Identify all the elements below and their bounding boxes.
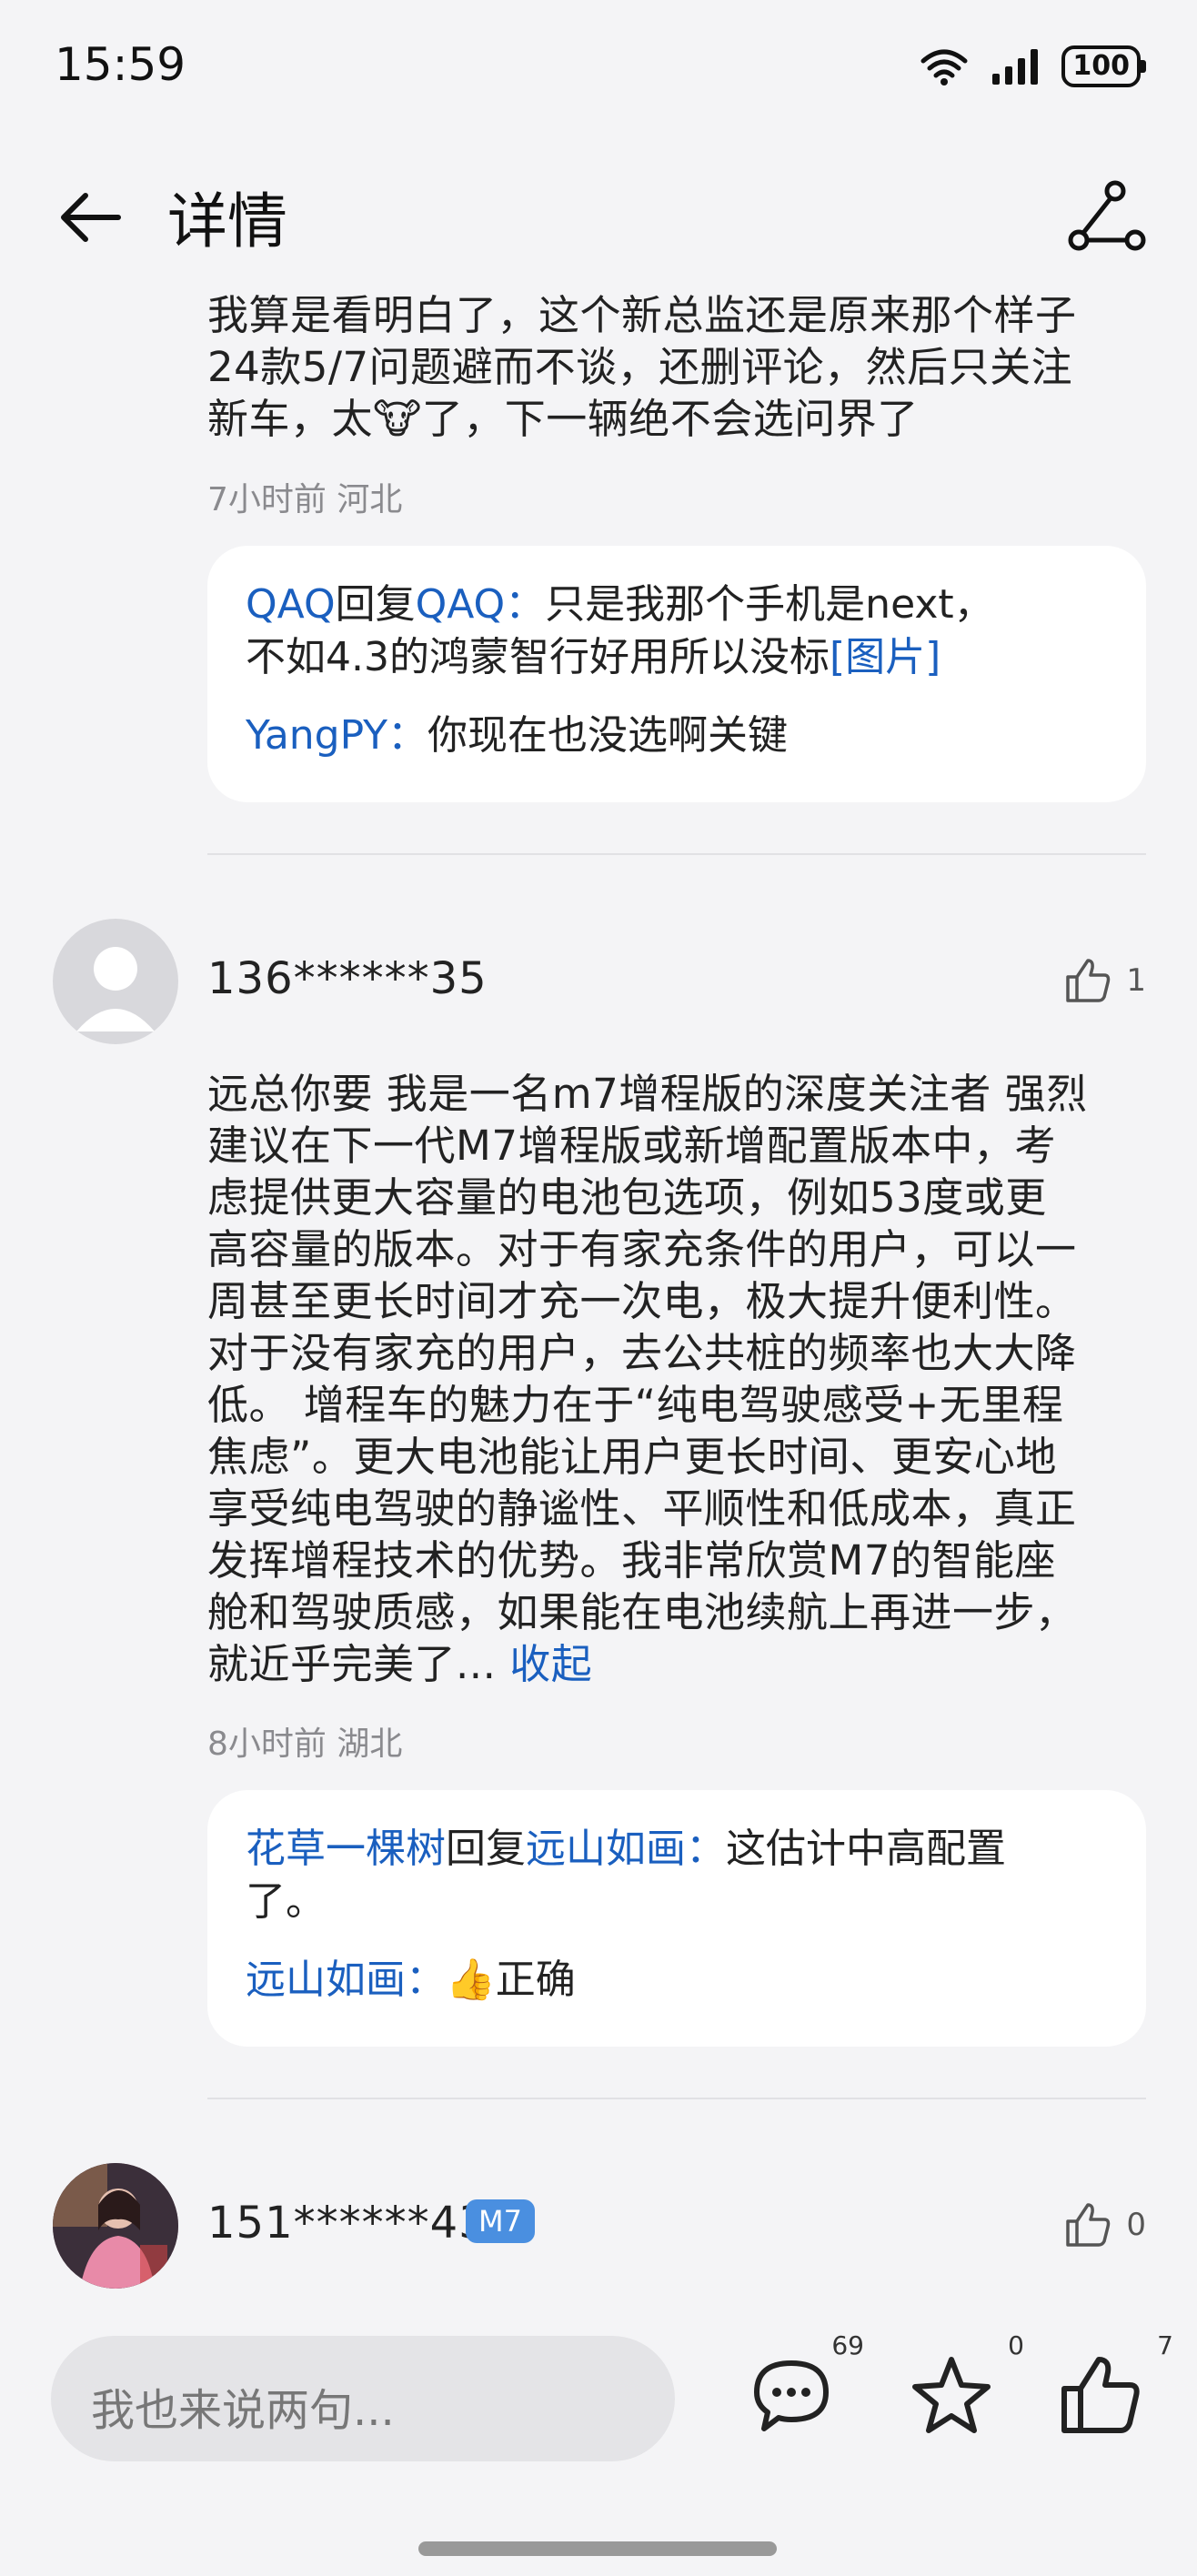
reply-box[interactable]: 花草一棵树回复远山如画：这估计中高配置 了。 远山如画：👍正确 (207, 1790, 1146, 2047)
reply-item: 远山如画：👍正确 (246, 1957, 576, 2003)
thumbs-up-icon (1061, 2357, 1140, 2433)
wifi-icon (920, 49, 968, 86)
favorite-button[interactable]: 0 (906, 2330, 1024, 2456)
signal-icon (992, 49, 1039, 85)
reply-author[interactable]: YangPY (246, 712, 387, 759)
avatar[interactable] (53, 919, 178, 1044)
reply-author[interactable]: QAQ (246, 581, 336, 628)
reply-box[interactable]: QAQ回复QAQ：只是我那个手机是next， 不如4.3的鸿蒙智行好用所以没标[… (207, 546, 1146, 802)
like-post-button[interactable]: 7 (1055, 2330, 1173, 2456)
thumbs-up-icon (1066, 2203, 1111, 2247)
comment-body: 我算是看明白了，这个新总监还是原来那个样子 24款5/7问题避而不谈，还删评论，… (207, 291, 1077, 443)
divider (207, 2098, 1146, 2099)
like-count: 0 (1126, 2207, 1146, 2243)
page-title: 详情 (167, 186, 287, 257)
reply-target[interactable]: QAQ (416, 581, 506, 628)
reply-item: 花草一棵树回复远山如画：这估计中高配置 了。 (246, 1826, 1006, 1925)
reply-item: YangPY：你现在也没选啊关键 (246, 712, 789, 759)
star-icon (912, 2357, 991, 2433)
username[interactable]: 151******43 (207, 2198, 488, 2249)
comment-meta: 7小时前 河北 (207, 481, 403, 518)
thumbs-up-icon (1066, 959, 1111, 1002)
comment-icon (754, 2360, 829, 2431)
collapse-link[interactable]: 收起 (509, 1640, 592, 1688)
comment-meta: 8小时前 湖北 (207, 1726, 403, 1763)
reply-item: QAQ回复QAQ：只是我那个手机是next， 不如4.3的鸿蒙智行好用所以没标[… (246, 581, 994, 680)
home-indicator[interactable] (418, 2541, 777, 2556)
share-icon[interactable] (1068, 178, 1146, 257)
like-button[interactable]: 1 (1062, 955, 1146, 1006)
comment-count: 69 (831, 2330, 864, 2360)
like-button[interactable]: 0 (1062, 2199, 1146, 2250)
reply-target[interactable]: 远山如画 (526, 1826, 686, 1872)
avatar[interactable] (53, 2163, 178, 2289)
username[interactable]: 136******35 (207, 953, 488, 1004)
status-icons: 100 (918, 45, 1146, 87)
reply-author[interactable]: 花草一棵树 (246, 1826, 446, 1872)
vehicle-badge: M7 (466, 2199, 535, 2243)
battery-indicator: 100 (1061, 45, 1146, 87)
comment-input[interactable]: 我也来说两句... (51, 2336, 675, 2461)
like-count: 1 (1126, 962, 1146, 999)
back-arrow-icon[interactable] (51, 178, 129, 257)
comment-button[interactable]: 69 (746, 2330, 864, 2456)
like-count: 7 (1157, 2330, 1173, 2360)
image-link[interactable]: [图片] (830, 634, 940, 680)
user-photo (53, 2163, 178, 2289)
comment-body: 远总你要 我是一名m7增程版的深度关注者 强烈 建议在下一代M7增程版或新增配置… (207, 1070, 1088, 1688)
favorite-count: 0 (1008, 2330, 1024, 2360)
reply-author[interactable]: 远山如画 (246, 1957, 406, 2003)
comment-input-placeholder: 我也来说两句... (91, 2385, 395, 2436)
default-avatar-icon (76, 947, 155, 1031)
status-time: 15:59 (55, 38, 186, 91)
divider (207, 853, 1146, 855)
